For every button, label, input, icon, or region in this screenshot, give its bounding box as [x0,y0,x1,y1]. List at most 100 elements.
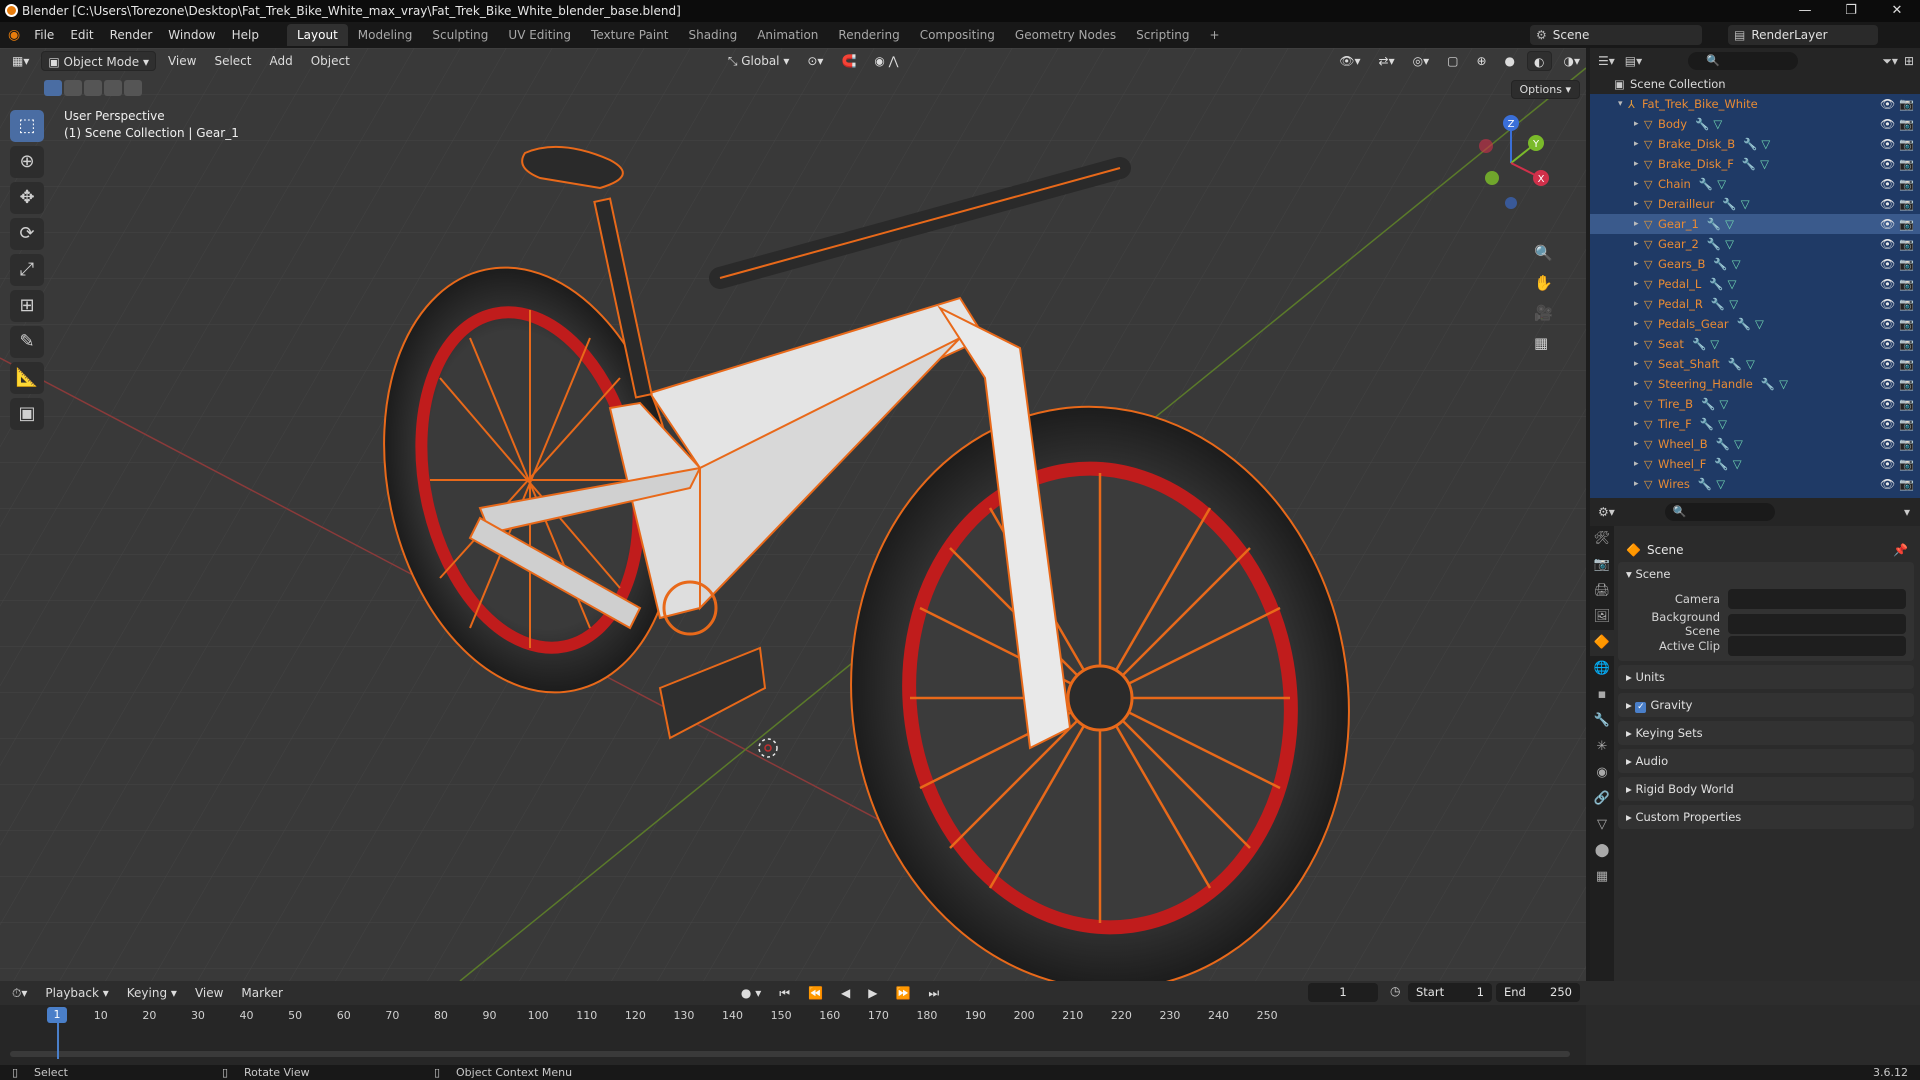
expand-arrow-icon[interactable]: ▸ [1634,439,1644,449]
timeline-scrollbar[interactable] [10,1051,1570,1057]
visibility-toggles[interactable]: 👁 📷 [1880,397,1914,411]
outliner-object-row[interactable]: ▸ ▽ Pedal_L 🔧 ▽ 👁 📷 [1590,274,1920,294]
tab-layout[interactable]: Layout [286,24,348,46]
scene-selector[interactable]: ⚙ Scene [1530,25,1702,45]
outliner-object-row[interactable]: ▸ ▽ Body 🔧 ▽ 👁 📷 [1590,114,1920,134]
snap-icon[interactable]: 🧲 [835,51,862,71]
expand-arrow-icon[interactable]: ▸ [1634,279,1644,289]
visibility-toggles[interactable]: 👁 📷 [1880,437,1914,451]
data-tab-icon[interactable]: ▽ [1590,812,1614,838]
expand-arrow-icon[interactable]: ▸ [1634,319,1644,329]
outliner-object-row[interactable]: ▸ ▽ Gear_2 🔧 ▽ 👁 📷 [1590,234,1920,254]
view-layer-tab-icon[interactable]: 🖼 [1590,604,1614,630]
options-button[interactable]: Options ▾ [1510,80,1580,99]
expand-arrow-icon[interactable]: ▸ [1634,139,1644,149]
visibility-icon[interactable]: 👁▾ [1333,51,1366,71]
collapsed-panel[interactable]: ▸ Custom Properties [1618,805,1914,829]
select-new-icon[interactable] [44,80,62,96]
visibility-toggles[interactable]: 👁 📷 [1880,97,1914,111]
annotate-tool-icon[interactable]: ✎ [10,326,44,358]
menu-window[interactable]: Window [160,24,223,46]
mode-selector[interactable]: ▣ Object Mode ▾ [41,51,156,71]
outliner-object-row[interactable]: ▸ ▽ Brake_Disk_B 🔧 ▽ 👁 📷 [1590,134,1920,154]
tab-modeling[interactable]: Modeling [348,24,423,46]
add-workspace-button[interactable]: + [1200,24,1230,46]
scene-tab-icon[interactable]: 🔶 [1590,630,1614,656]
menu-edit[interactable]: Edit [62,24,101,46]
viewport-menu-add[interactable]: Add [263,51,298,71]
play-icon[interactable]: ▶ [862,983,883,1003]
outliner-collection-row[interactable]: ▾ ⅄ Fat_Trek_Bike_White 👁 📷 [1590,94,1920,114]
shading-solid-icon[interactable]: ● [1499,51,1521,71]
viewport-menu-select[interactable]: Select [208,51,257,71]
visibility-toggles[interactable]: 👁 📷 [1880,117,1914,131]
expand-arrow-icon[interactable]: ▸ [1634,359,1644,369]
texture-tab-icon[interactable]: ▦ [1590,864,1614,890]
add-cube-tool-icon[interactable]: ▣ [10,398,44,430]
menu-help[interactable]: Help [224,24,267,46]
outliner-object-row[interactable]: ▸ ▽ Steering_Handle 🔧 ▽ 👁 📷 [1590,374,1920,394]
transform-tool-icon[interactable]: ⊞ [10,290,44,322]
outliner-object-row[interactable]: ▸ ▽ Tire_B 🔧 ▽ 👁 📷 [1590,394,1920,414]
viewport-menu-object[interactable]: Object [305,51,356,71]
panel-header[interactable]: ▸ Rigid Body World [1618,777,1914,801]
next-keyframe-icon[interactable]: ⏩ [889,983,916,1003]
playhead[interactable]: 1 [47,1007,67,1023]
visibility-toggles[interactable]: 👁 📷 [1880,257,1914,271]
outliner-object-row[interactable]: ▸ ▽ Pedals_Gear 🔧 ▽ 👁 📷 [1590,314,1920,334]
current-frame-field[interactable]: 1 [1308,983,1378,1002]
timeline-ruler[interactable]: 10 20 30 40 50 60 70 80 90 100 110 120 130 140 150 160 1… [0,1005,1586,1065]
outliner-object-row[interactable]: ▸ ▽ Seat_Shaft 🔧 ▽ 👁 📷 [1590,354,1920,374]
outliner-object-row[interactable]: ▸ ▽ Wheel_F 🔧 ▽ 👁 📷 [1590,454,1920,474]
3d-viewport[interactable]: ▦▾ ▣ Object Mode ▾ View Select Add Objec… [0,48,1586,981]
outliner-object-row[interactable]: ▸ ▽ Seat 🔧 ▽ 👁 📷 [1590,334,1920,354]
expand-arrow-icon[interactable]: ▸ [1634,119,1644,129]
record-icon[interactable]: ● ▾ [735,983,767,1003]
measure-tool-icon[interactable]: 📐 [10,362,44,394]
options-dropdown-icon[interactable]: ▾ [1904,505,1910,519]
restore-button[interactable]: ❐ [1828,0,1874,22]
object-tab-icon[interactable]: ▪ [1590,682,1614,708]
outliner-object-row[interactable]: ▸ ▽ Chain 🔧 ▽ 👁 📷 [1590,174,1920,194]
move-tool-icon[interactable]: ✥ [10,182,44,214]
jump-start-icon[interactable]: ⏮ [773,983,796,1003]
visibility-toggles[interactable]: 👁 📷 [1880,417,1914,431]
panel-header[interactable]: ▸ ✓ Gravity [1618,693,1914,717]
physics-tab-icon[interactable]: ◉ [1590,760,1614,786]
expand-arrow-icon[interactable]: ▸ [1634,419,1644,429]
play-reverse-icon[interactable]: ◀ [835,983,856,1003]
tab-shading[interactable]: Shading [678,24,747,46]
expand-arrow-icon[interactable]: ▸ [1634,219,1644,229]
pin-icon[interactable]: 📌 [1893,538,1908,562]
visibility-toggles[interactable]: 👁 📷 [1880,357,1914,371]
camera-field[interactable] [1728,588,1906,609]
editor-type-icon[interactable]: ▦▾ [6,51,35,71]
collapsed-panel[interactable]: ▸ Units [1618,665,1914,689]
panel-header[interactable]: ▸ Keying Sets [1618,721,1914,745]
menu-file[interactable]: File [26,24,62,46]
gizmo-toggle-icon[interactable]: ⇄▾ [1373,51,1401,71]
outliner-editor-icon[interactable]: ☰▾ [1598,54,1615,68]
pivot-icon[interactable]: ⊙▾ [801,51,829,71]
panel-header[interactable]: ▸ Units [1618,665,1914,689]
expand-arrow-icon[interactable]: ▸ [1634,399,1644,409]
jump-end-icon[interactable]: ⏭ [922,983,945,1003]
menu-render[interactable]: Render [102,24,161,46]
scene-panel-header[interactable]: ▾ Scene [1618,562,1914,586]
outliner-object-row[interactable]: ▸ ▽ Gear_1 🔧 ▽ 👁 📷 [1590,214,1920,234]
prev-keyframe-icon[interactable]: ⏪ [802,983,829,1003]
navigation-gizmo[interactable]: Z Y X 🔍 ✋ 🎥 ▦ [1456,108,1566,368]
expand-arrow-icon[interactable]: ▸ [1634,339,1644,349]
tab-geometry-nodes[interactable]: Geometry Nodes [1005,24,1126,46]
properties-search-input[interactable]: 🔍 [1664,503,1775,521]
timeline-editor-icon[interactable]: ⏱▾ [6,983,33,1003]
collapsed-panel[interactable]: ▸ ✓ Gravity [1618,693,1914,717]
collapse-arrow-icon[interactable]: ▾ [1618,99,1628,109]
material-tab-icon[interactable]: ⬤ [1590,838,1614,864]
outliner-search-input[interactable]: 🔍 [1688,52,1799,70]
timeline-menu-marker[interactable]: Marker [235,983,288,1003]
scale-tool-icon[interactable]: ⤢ [10,254,44,286]
outliner-object-row[interactable]: ▸ ▽ Pedal_R 🔧 ▽ 👁 📷 [1590,294,1920,314]
expand-arrow-icon[interactable]: ▸ [1634,199,1644,209]
end-frame-field[interactable]: End 250 [1496,983,1580,1002]
